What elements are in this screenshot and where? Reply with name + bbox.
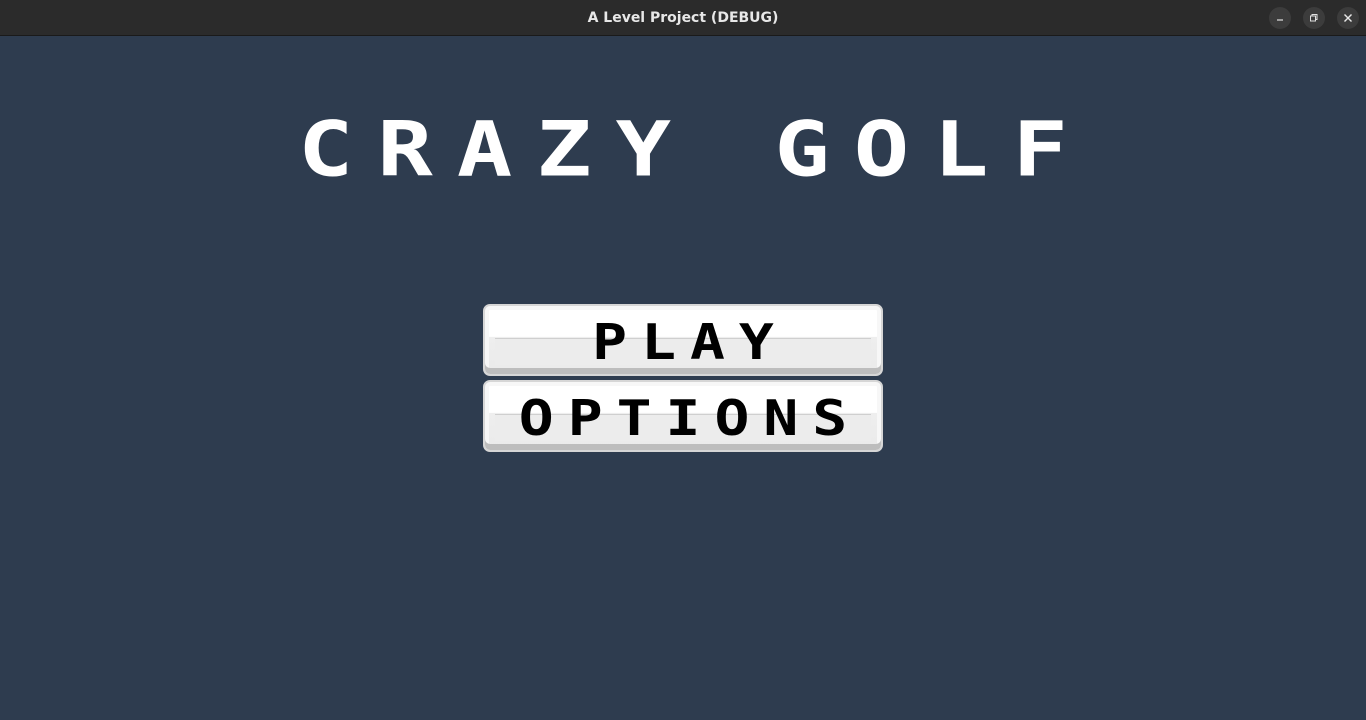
play-button[interactable]: PLAY bbox=[483, 304, 883, 376]
window-title: A Level Project (DEBUG) bbox=[587, 10, 779, 26]
options-button[interactable]: OPTIONS bbox=[483, 380, 883, 452]
close-icon bbox=[1344, 14, 1352, 22]
game-title: CRAZY GOLF bbox=[298, 105, 1092, 194]
game-window: A Level Project (DEBUG) CRAZY GOLF PLAY … bbox=[0, 0, 1366, 720]
maximize-button[interactable] bbox=[1303, 7, 1325, 29]
minimize-button[interactable] bbox=[1269, 7, 1291, 29]
close-button[interactable] bbox=[1337, 7, 1359, 29]
options-button-label: OPTIONS bbox=[518, 389, 862, 447]
minimize-icon bbox=[1277, 19, 1283, 21]
play-button-label: PLAY bbox=[592, 313, 788, 371]
window-titlebar[interactable]: A Level Project (DEBUG) bbox=[0, 0, 1366, 36]
maximize-icon bbox=[1310, 14, 1318, 22]
